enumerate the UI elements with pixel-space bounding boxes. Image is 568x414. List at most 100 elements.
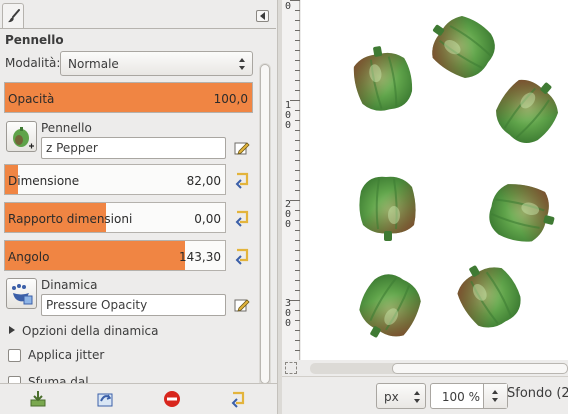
triangle-left-icon	[260, 12, 265, 20]
reset-angle-icon[interactable]	[232, 246, 252, 266]
ruler-tick	[295, 30, 300, 31]
status-bar: px 100 % Sfondo (2	[282, 376, 568, 414]
vertical-ruler[interactable]: 0 100 200 300	[282, 0, 300, 361]
angle-label: Angolo	[8, 250, 50, 264]
ruler-tick	[295, 270, 300, 271]
unit-select[interactable]: px	[376, 383, 426, 409]
size-slider[interactable]: Dimensione 82,00	[4, 164, 226, 195]
ruler-tick	[290, 100, 300, 101]
ruler-tick	[295, 150, 300, 151]
opacity-label: Opacità	[8, 92, 55, 106]
ruler-tick	[295, 110, 300, 111]
pepper-stroke-5	[483, 177, 562, 250]
ruler-tick	[295, 240, 300, 241]
ruler-tick	[295, 340, 300, 341]
ruler-tick	[295, 320, 300, 321]
dynamics-name-value: Pressure Opacity	[46, 298, 148, 312]
horizontal-scrollbar-thumb[interactable]	[392, 363, 568, 374]
pepper-stroke-7	[447, 251, 530, 338]
image-window: 0 100 200 300 px 100 % Sfondo (2	[282, 0, 568, 414]
dock-menu-button[interactable]	[256, 10, 269, 22]
ruler-tick	[295, 50, 300, 51]
edit-brush-icon[interactable]	[233, 139, 251, 157]
paintbrush-options: Pennello Modalità: Normale Opacità 100,0…	[0, 29, 276, 383]
mode-select[interactable]: Normale	[60, 51, 253, 76]
ruler-tick	[295, 130, 300, 131]
ruler-tick	[295, 250, 300, 251]
dock-bottom-toolbar	[0, 383, 277, 414]
pepper-stroke-2	[417, 2, 505, 88]
zoom-select[interactable]: 100 %	[430, 383, 508, 409]
tool-options-tab[interactable]	[2, 3, 24, 29]
ruler-tick	[295, 220, 300, 221]
ruler-tick	[295, 90, 300, 91]
expander-arrow-icon[interactable]	[8, 325, 16, 335]
ruler-tick	[295, 60, 300, 61]
ruler-tick	[295, 190, 300, 191]
ruler-tick	[295, 80, 300, 81]
mode-label: Modalità:	[5, 56, 61, 70]
edit-dynamics-icon[interactable]	[233, 296, 251, 314]
dynamics-options-expander[interactable]: Opzioni della dinamica	[22, 324, 159, 338]
ruler-tick	[295, 40, 300, 41]
ruler-tick	[290, 0, 300, 1]
size-value: 82,00	[186, 174, 221, 188]
unit-value: px	[384, 390, 399, 404]
pepper-strokes	[347, 2, 568, 351]
image-canvas[interactable]	[301, 0, 568, 360]
updown-arrows-icon	[414, 391, 420, 403]
delete-options-icon[interactable]	[162, 389, 182, 409]
ruler-tick	[295, 280, 300, 281]
reset-all-options-icon[interactable]	[228, 389, 248, 409]
horizontal-scrollbar[interactable]	[310, 363, 568, 374]
pepper-stroke-4	[358, 175, 417, 242]
reset-aspect-icon[interactable]	[232, 208, 252, 228]
ruler-tick	[295, 160, 300, 161]
aspect-ratio-slider[interactable]: Rapporto dimensioni 0,00	[4, 202, 226, 233]
dynamics-name-field[interactable]: Pressure Opacity	[41, 294, 226, 316]
pepper-stroke-1	[348, 40, 418, 116]
ruler-tick	[290, 200, 300, 201]
brush-label: Pennello	[41, 121, 92, 135]
ruler-tick	[295, 10, 300, 11]
brush-name-field[interactable]: z Pepper	[41, 137, 226, 159]
pepper-stroke-6	[347, 265, 431, 351]
aspect-ratio-label: Rapporto dimensioni	[8, 212, 133, 226]
apply-jitter-checkbox[interactable]	[8, 349, 21, 362]
brush-preview-button[interactable]	[6, 121, 37, 152]
tool-options-dock: Pennello Modalità: Normale Opacità 100,0…	[0, 0, 277, 414]
options-scrollbar[interactable]	[259, 63, 271, 383]
angle-value: 143,30	[179, 250, 221, 264]
ruler-tick	[295, 290, 300, 291]
horizontal-scroll-area	[282, 360, 568, 376]
opacity-slider[interactable]: Opacità 100,0	[4, 82, 253, 113]
fade-label: Sfuma dal...	[28, 375, 101, 383]
fade-checkbox[interactable]	[8, 376, 21, 383]
ruler-label-200: 200	[285, 199, 292, 230]
angle-slider[interactable]: Angolo 143,30	[4, 240, 226, 271]
aspect-ratio-value: 0,00	[194, 212, 221, 226]
ruler-label-300: 300	[285, 298, 292, 329]
zoom-dropdown-button[interactable]	[483, 384, 507, 408]
tool-title: Pennello	[5, 33, 64, 47]
ruler-tick	[295, 350, 300, 351]
reset-size-icon[interactable]	[232, 170, 252, 190]
navigate-icon[interactable]	[285, 362, 297, 374]
updown-arrows-icon	[492, 390, 498, 402]
updown-arrows-icon	[239, 58, 245, 70]
ruler-tick	[295, 120, 300, 121]
ruler-tick	[295, 20, 300, 21]
ruler-label-0: 0	[285, 1, 292, 12]
dynamics-preview-button[interactable]	[6, 278, 37, 309]
ruler-tick	[295, 210, 300, 211]
pepper-brush-icon	[13, 127, 34, 149]
options-scrollbar-thumb[interactable]	[260, 64, 270, 383]
restore-options-icon[interactable]	[95, 389, 115, 409]
ruler-tick	[295, 330, 300, 331]
save-options-icon[interactable]	[28, 389, 48, 409]
ruler-tick	[295, 310, 300, 311]
ruler-tick	[295, 140, 300, 141]
ruler-tick	[295, 260, 300, 261]
ruler-tick	[290, 300, 300, 301]
size-label: Dimensione	[8, 174, 80, 188]
